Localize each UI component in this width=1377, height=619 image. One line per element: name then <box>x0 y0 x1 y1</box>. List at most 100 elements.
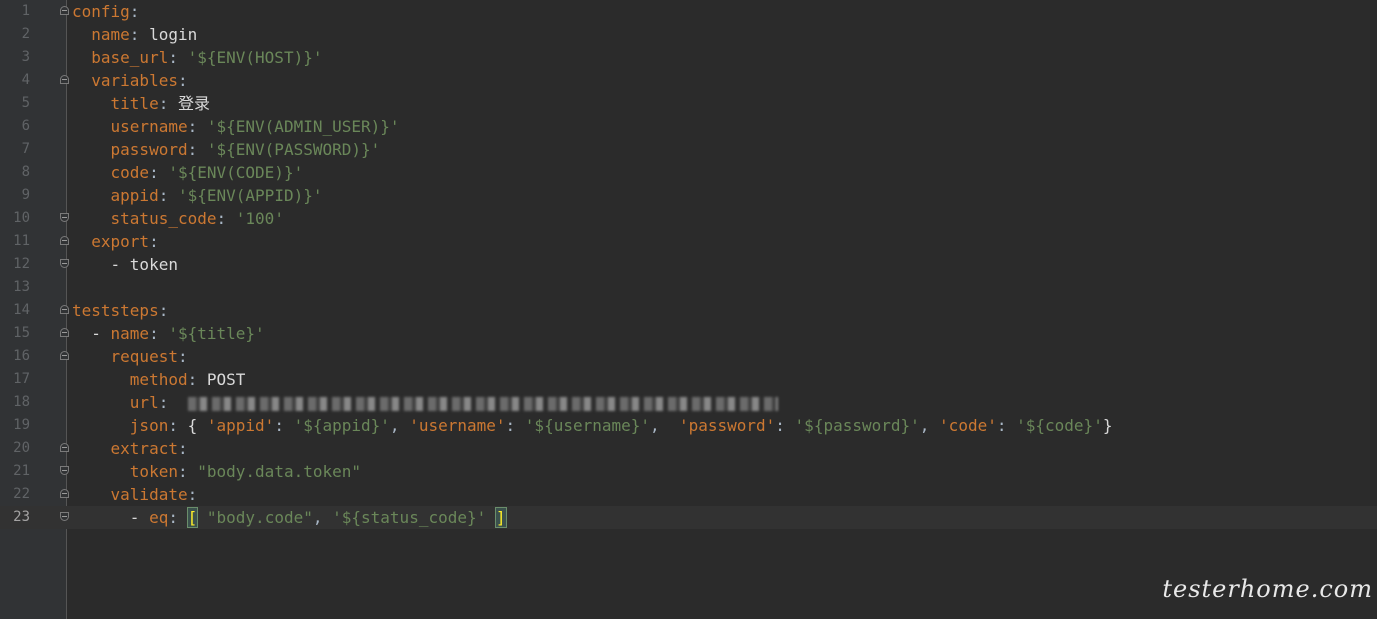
fold-toggle-icon[interactable] <box>60 259 69 268</box>
yaml-key: title <box>110 94 159 113</box>
colon: : <box>177 462 188 481</box>
yaml-key: username <box>110 117 188 136</box>
yaml-string: '${ENV(PASSWORD)}' <box>206 140 381 159</box>
line-number: 16 <box>13 348 30 364</box>
code-line-12[interactable]: 12 - token <box>0 253 1377 276</box>
yaml-key: config <box>72 2 130 21</box>
json-value: '${code}' <box>1016 416 1103 435</box>
line-number: 11 <box>13 233 30 249</box>
code-line-4[interactable]: 4 variables: <box>0 69 1377 92</box>
yaml-value: login <box>149 25 198 44</box>
code-line-3[interactable]: 3 base_url: '${ENV(HOST)}' <box>0 46 1377 69</box>
colon: : <box>158 94 169 113</box>
colon: : <box>177 71 188 90</box>
colon: : <box>158 186 169 205</box>
line-number: 7 <box>21 141 30 157</box>
bracket-open-highlight: [ <box>186 507 199 528</box>
code-line-14[interactable]: 14 teststeps: <box>0 299 1377 322</box>
fold-toggle-icon[interactable] <box>60 6 69 15</box>
line-number: 2 <box>21 26 30 42</box>
code-line-13[interactable]: 13 <box>0 276 1377 299</box>
fold-toggle-icon[interactable] <box>60 351 69 360</box>
yaml-key: name <box>91 25 130 44</box>
yaml-string: "body.data.token" <box>197 462 362 481</box>
yaml-key: eq <box>149 508 169 527</box>
yaml-key: base_url <box>91 48 169 67</box>
yaml-string: '${ENV(CODE)}' <box>168 163 304 182</box>
fold-toggle-icon[interactable] <box>60 213 69 222</box>
fold-toggle-icon[interactable] <box>60 75 69 84</box>
fold-toggle-icon[interactable] <box>60 466 69 475</box>
json-value: '${password}' <box>794 416 920 435</box>
yaml-key: password <box>110 140 188 159</box>
json-value: '${appid}' <box>293 416 390 435</box>
colon: : <box>505 416 516 435</box>
line-number: 1 <box>21 3 30 19</box>
brace-close: } <box>1102 416 1113 435</box>
line-number: 22 <box>13 486 30 502</box>
comma: , <box>312 508 333 527</box>
code-line-1[interactable]: 1 config: <box>0 0 1377 23</box>
yaml-string: '${ENV(HOST)}' <box>187 48 323 67</box>
colon: : <box>129 2 140 21</box>
fold-toggle-icon[interactable] <box>60 443 69 452</box>
code-line-19[interactable]: 19 json: { 'appid': '${appid}', 'usernam… <box>0 414 1377 437</box>
code-line-10[interactable]: 10 status_code: '100' <box>0 207 1377 230</box>
comma: , <box>919 416 940 435</box>
code-line-2[interactable]: 2 name: login <box>0 23 1377 46</box>
code-line-21[interactable]: 21 token: "body.data.token" <box>0 460 1377 483</box>
code-line-9[interactable]: 9 appid: '${ENV(APPID)}' <box>0 184 1377 207</box>
yaml-key: code <box>110 163 150 182</box>
yaml-string: '${ENV(APPID)}' <box>177 186 323 205</box>
fold-toggle-icon[interactable] <box>60 489 69 498</box>
code-line-22[interactable]: 22 validate: <box>0 483 1377 506</box>
code-line-16[interactable]: 16 request: <box>0 345 1377 368</box>
code-line-23-current[interactable]: 23 - eq: [ "body.code", '${status_code}'… <box>0 506 1377 529</box>
yaml-key: teststeps <box>72 301 159 320</box>
code-line-8[interactable]: 8 code: '${ENV(CODE)}' <box>0 161 1377 184</box>
line-number: 20 <box>13 440 30 456</box>
colon: : <box>149 232 159 251</box>
fold-toggle-icon[interactable] <box>60 305 69 314</box>
colon: : <box>129 25 140 44</box>
colon: : <box>996 416 1007 435</box>
colon: : <box>149 324 159 343</box>
yaml-key: appid <box>110 186 159 205</box>
yaml-key: method <box>129 370 188 389</box>
colon: : <box>177 347 188 366</box>
code-line-20[interactable]: 20 extract: <box>0 437 1377 460</box>
code-line-5[interactable]: 5 title: 登录 <box>0 92 1377 115</box>
json-key: 'appid' <box>206 416 275 435</box>
code-line-11[interactable]: 11 export: <box>0 230 1377 253</box>
line-number: 5 <box>21 95 30 111</box>
line-number: 14 <box>13 302 30 318</box>
yaml-string: "body.code" <box>206 508 313 527</box>
code-line-17[interactable]: 17 method: POST <box>0 368 1377 391</box>
yaml-value: POST <box>206 370 246 389</box>
code-line-18[interactable]: 18 url: <box>0 391 1377 414</box>
yaml-key: json <box>129 416 169 435</box>
bracket-close-highlight: ] <box>494 507 507 528</box>
list-dash: - <box>91 324 111 343</box>
yaml-key: validate <box>110 485 188 504</box>
code-line-6[interactable]: 6 username: '${ENV(ADMIN_USER)}' <box>0 115 1377 138</box>
list-dash: - <box>110 255 130 274</box>
colon: : <box>168 508 178 527</box>
fold-toggle-icon[interactable] <box>60 512 69 521</box>
line-number: 18 <box>13 394 30 410</box>
yaml-string: '${ENV(ADMIN_USER)}' <box>206 117 400 136</box>
colon: : <box>187 117 198 136</box>
json-value: '${username}' <box>524 416 651 435</box>
colon: : <box>158 393 169 412</box>
fold-toggle-icon[interactable] <box>60 236 69 245</box>
code-line-15[interactable]: 15 - name: '${title}' <box>0 322 1377 345</box>
colon: : <box>149 163 159 182</box>
fold-toggle-icon[interactable] <box>60 328 69 337</box>
line-number: 3 <box>21 49 30 65</box>
json-key: 'username' <box>409 416 506 435</box>
line-number: 15 <box>13 325 30 341</box>
yaml-value: token <box>129 255 178 274</box>
code-line-7[interactable]: 7 password: '${ENV(PASSWORD)}' <box>0 138 1377 161</box>
colon: : <box>775 416 785 435</box>
colon: : <box>168 48 178 67</box>
